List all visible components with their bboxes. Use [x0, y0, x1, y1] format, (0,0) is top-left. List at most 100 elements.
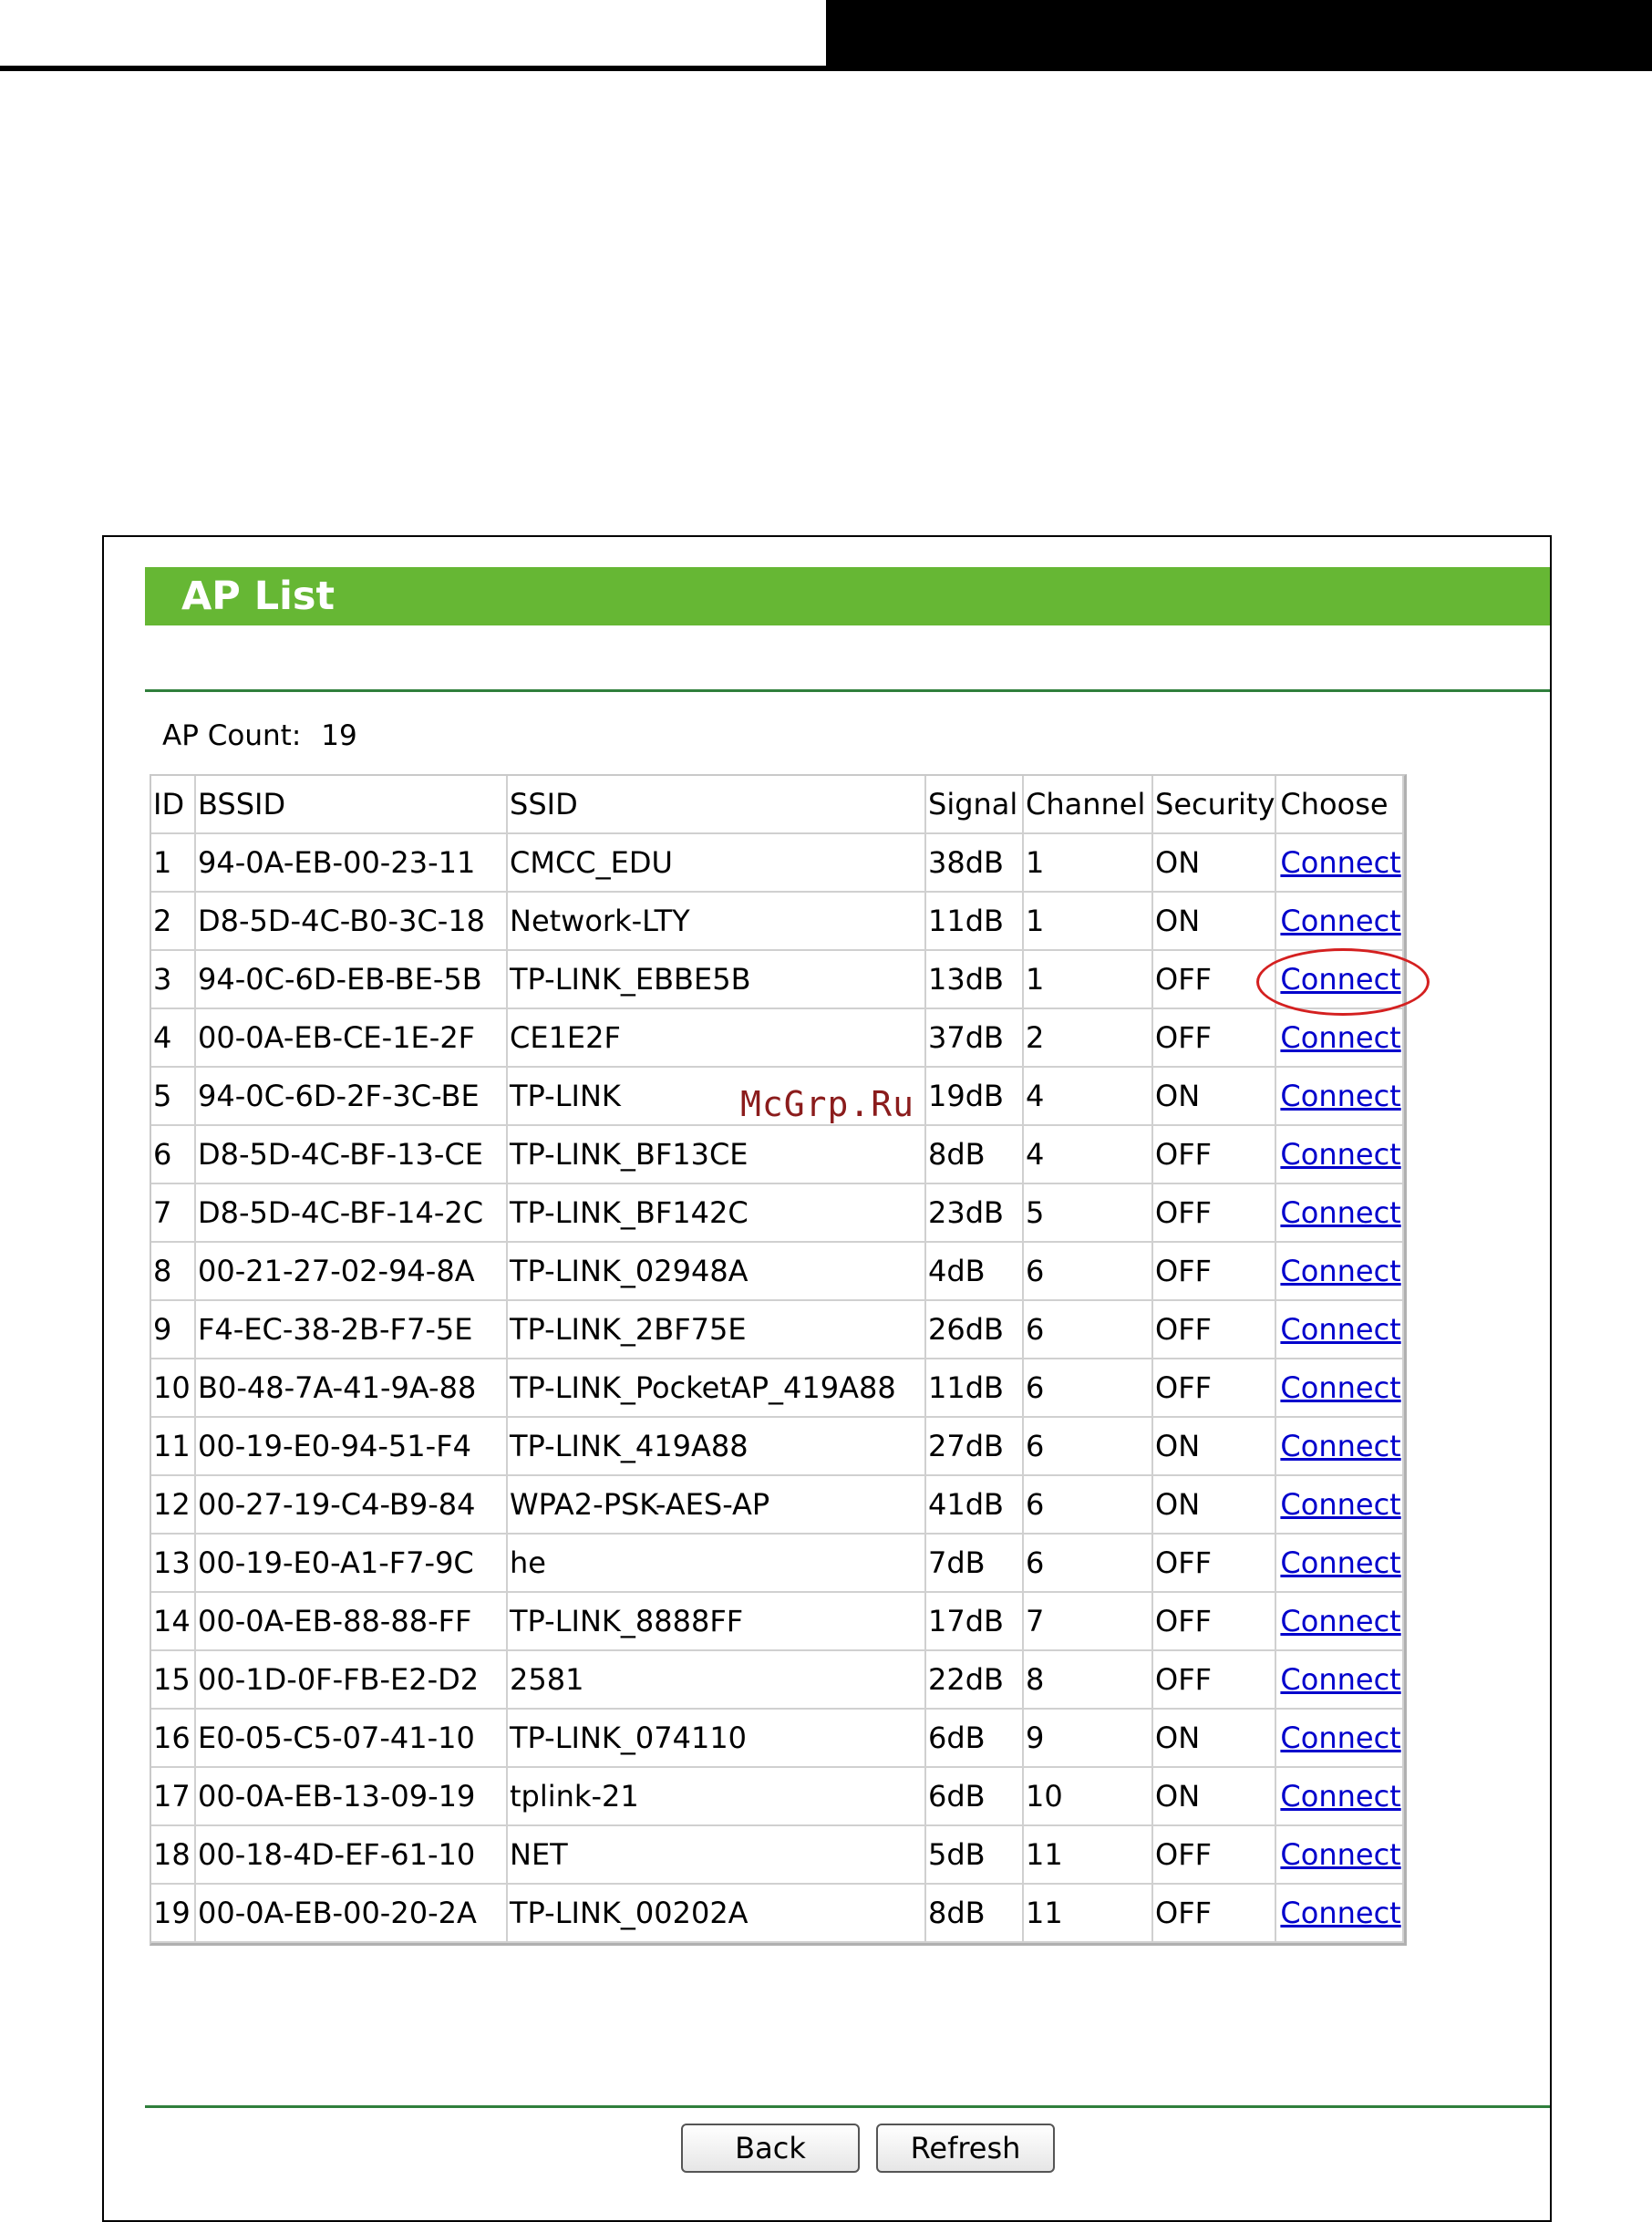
page-top-rule [0, 66, 826, 71]
row-choose: Connect [1276, 1768, 1405, 1826]
row-id: 5 [151, 1068, 196, 1126]
connect-link[interactable]: Connect [1280, 1370, 1400, 1405]
header-channel: Channel [1024, 776, 1153, 834]
connect-link[interactable]: Connect [1280, 1195, 1400, 1230]
header-id: ID [151, 776, 196, 834]
row-ssid: WPA2-PSK-AES-AP [508, 1476, 926, 1535]
connect-link[interactable]: Connect [1280, 1721, 1400, 1755]
row-channel: 1 [1024, 893, 1153, 951]
row-choose: Connect [1276, 1009, 1405, 1068]
row-channel: 4 [1024, 1126, 1153, 1184]
row-security: ON [1153, 1710, 1277, 1768]
row-id: 7 [151, 1184, 196, 1243]
row-signal: 11dB [926, 1359, 1024, 1418]
row-security: OFF [1153, 1243, 1277, 1301]
row-security: OFF [1153, 1301, 1277, 1359]
row-security: ON [1153, 893, 1277, 951]
row-ssid: 2581 [508, 1651, 926, 1710]
row-security: ON [1153, 1476, 1277, 1535]
row-signal: 6dB [926, 1710, 1024, 1768]
row-choose: Connect [1276, 1826, 1405, 1885]
row-choose: Connect [1276, 1301, 1405, 1359]
connect-link[interactable]: Connect [1280, 1137, 1400, 1172]
row-signal: 19dB [926, 1068, 1024, 1126]
row-ssid: CMCC_EDU [508, 834, 926, 893]
row-choose: Connect [1276, 834, 1405, 893]
row-channel: 5 [1024, 1184, 1153, 1243]
row-ssid: TP-LINK_419A88 [508, 1418, 926, 1476]
table-row: 9 F4-EC-38-2B-F7-5E TP-LINK_2BF75E 26dB 6 OFF… [151, 1301, 1405, 1359]
row-signal: 27dB [926, 1418, 1024, 1476]
row-ssid: TP-LINK_02948A [508, 1243, 926, 1301]
row-channel: 2 [1024, 1009, 1153, 1068]
header-security: Security [1153, 776, 1277, 834]
connect-link[interactable]: Connect [1280, 1545, 1400, 1580]
row-id: 11 [151, 1418, 196, 1476]
row-signal: 23dB [926, 1184, 1024, 1243]
row-bssid: 00-18-4D-EF-61-10 [196, 1826, 508, 1885]
row-id: 18 [151, 1826, 196, 1885]
row-bssid: 94-0C-6D-EB-BE-5B [196, 951, 508, 1009]
row-bssid: 00-0A-EB-CE-1E-2F [196, 1009, 508, 1068]
row-signal: 4dB [926, 1243, 1024, 1301]
row-channel: 4 [1024, 1068, 1153, 1126]
row-id: 12 [151, 1476, 196, 1535]
row-ssid: TP-LINK_BF13CE [508, 1126, 926, 1184]
row-ssid: he [508, 1535, 926, 1593]
table-row: 4 00-0A-EB-CE-1E-2F CE1E2F 37dB 2 OFF Connect [151, 1009, 1405, 1068]
ap-table: ID BSSID SSID Signal Channel Security Ch… [150, 774, 1408, 1946]
connect-link[interactable]: Connect [1280, 1662, 1400, 1697]
table-row: 3 94-0C-6D-EB-BE-5B TP-LINK_EBBE5B 13dB 1 OFF… [151, 951, 1405, 1009]
connect-link[interactable]: Connect [1280, 1837, 1400, 1872]
connect-link[interactable]: Connect [1280, 1079, 1400, 1113]
connect-link[interactable]: Connect [1280, 1604, 1400, 1638]
ap-count-label: AP Count: [162, 719, 302, 752]
row-id: 9 [151, 1301, 196, 1359]
connect-link[interactable]: Connect [1280, 1429, 1400, 1463]
row-signal: 6dB [926, 1768, 1024, 1826]
table-row: 6 D8-5D-4C-BF-13-CE TP-LINK_BF13CE 8dB 4 OFF C… [151, 1126, 1405, 1184]
row-ssid: TP-LINK_074110 [508, 1710, 926, 1768]
back-button[interactable]: Back [681, 2124, 860, 2173]
header-bssid: BSSID [196, 776, 508, 834]
row-security: OFF [1153, 1651, 1277, 1710]
row-signal: 11dB [926, 893, 1024, 951]
row-choose: Connect [1276, 1710, 1405, 1768]
row-choose: Connect [1276, 1476, 1405, 1535]
row-security: OFF [1153, 1593, 1277, 1651]
row-choose: Connect [1276, 893, 1405, 951]
connect-link[interactable]: Connect [1280, 1779, 1400, 1814]
row-security: ON [1153, 1418, 1277, 1476]
row-id: 14 [151, 1593, 196, 1651]
row-bssid: 00-0A-EB-00-20-2A [196, 1885, 508, 1943]
connect-link[interactable]: Connect [1280, 1487, 1400, 1522]
header-ssid: SSID [508, 776, 926, 834]
row-ssid: TP-LINK_EBBE5B [508, 951, 926, 1009]
row-bssid: D8-5D-4C-BF-13-CE [196, 1126, 508, 1184]
row-channel: 10 [1024, 1768, 1153, 1826]
row-security: ON [1153, 1768, 1277, 1826]
row-ssid: TP-LINK_00202A [508, 1885, 926, 1943]
row-id: 19 [151, 1885, 196, 1943]
table-row: 12 00-27-19-C4-B9-84 WPA2-PSK-AES-AP 41dB 6 O… [151, 1476, 1405, 1535]
refresh-button[interactable]: Refresh [876, 2124, 1055, 2173]
row-ssid: TP-LINK_BF142C [508, 1184, 926, 1243]
table-row: 16 E0-05-C5-07-41-10 TP-LINK_074110 6dB 9 ON C… [151, 1710, 1405, 1768]
row-bssid: 94-0A-EB-00-23-11 [196, 834, 508, 893]
row-signal: 37dB [926, 1009, 1024, 1068]
row-channel: 11 [1024, 1826, 1153, 1885]
row-channel: 6 [1024, 1301, 1153, 1359]
row-bssid: 00-0A-EB-13-09-19 [196, 1768, 508, 1826]
connect-link[interactable]: Connect [1280, 1254, 1400, 1288]
connect-link[interactable]: Connect [1280, 845, 1400, 880]
connect-link[interactable]: Connect [1280, 1896, 1400, 1930]
row-id: 1 [151, 834, 196, 893]
connect-link[interactable]: Connect [1280, 1020, 1400, 1055]
row-bssid: 00-0A-EB-88-88-FF [196, 1593, 508, 1651]
row-ssid: CE1E2F [508, 1009, 926, 1068]
table-row: 19 00-0A-EB-00-20-2A TP-LINK_00202A 8dB 11 OF… [151, 1885, 1405, 1943]
connect-link[interactable]: Connect [1280, 904, 1400, 938]
row-bssid: F4-EC-38-2B-F7-5E [196, 1301, 508, 1359]
connect-link[interactable]: Connect [1280, 1312, 1400, 1347]
header-choose: Choose [1276, 776, 1405, 834]
